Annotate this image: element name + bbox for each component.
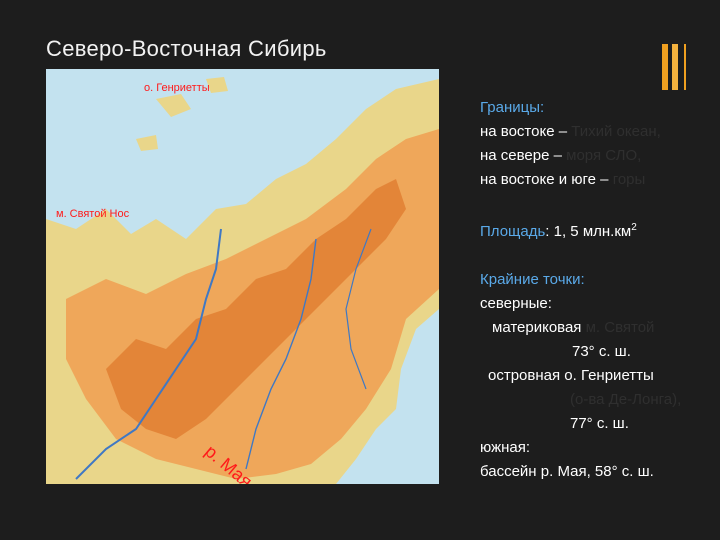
south-label: южная: <box>480 439 531 456</box>
area-sup: 2 <box>631 222 637 233</box>
border-north-faded: моря СЛО, <box>566 147 642 164</box>
map-image: о. Генриетты м. Святой Нос р. Мая <box>46 69 439 484</box>
island-label: островная <box>488 367 561 384</box>
island-faded: (о-ва Де-Лонга), <box>570 391 682 408</box>
north-label: северные: <box>480 295 552 312</box>
area-value: : 1, 5 млн.км <box>545 223 632 240</box>
mainland-label: материковая <box>492 319 582 336</box>
extreme-heading: Крайние точки: <box>480 271 585 288</box>
map-illustration <box>46 69 439 484</box>
decor-bar-left <box>662 44 668 90</box>
border-east-label: на востоке – <box>480 123 568 140</box>
decor-bar-right <box>672 44 678 90</box>
decor-line <box>684 44 686 90</box>
mainland-row: материковая м. Святой <box>480 316 715 340</box>
border-north-label: на севере – <box>480 147 562 164</box>
island-lat: 77° с. ш. <box>570 415 629 432</box>
south-value: бассейн р. Мая, 58° с. ш. <box>480 463 654 480</box>
svyatoy-nos-label: м. Святой Нос <box>56 208 130 220</box>
mainland-lat: 73° с. ш. <box>572 343 631 360</box>
borders-heading: Границы: <box>480 99 545 116</box>
henrietta-label: о. Генриетты <box>144 82 210 94</box>
area-row: Площадь: 1, 5 млн.км2 <box>480 216 715 244</box>
island-row: островная о. Генриетты <box>480 364 715 388</box>
border-north-row: на севере – моря СЛО, <box>480 144 715 168</box>
area-label: Площадь <box>480 223 546 240</box>
border-east-south-faded: горы <box>612 171 646 188</box>
info-panel: Границы: на востоке – Тихий океан, на се… <box>480 96 715 484</box>
border-east-south-row: на востоке и юге – горы <box>480 168 715 192</box>
island-name: о. Генриетты <box>564 367 654 384</box>
slide-title: Северо-Восточная Сибирь <box>46 36 327 61</box>
mainland-faded: м. Святой <box>585 319 655 336</box>
border-east-faded: Тихий океан, <box>571 123 661 140</box>
border-east-row: на востоке – Тихий океан, <box>480 120 715 144</box>
border-east-south-label: на востоке и юге – <box>480 171 609 188</box>
